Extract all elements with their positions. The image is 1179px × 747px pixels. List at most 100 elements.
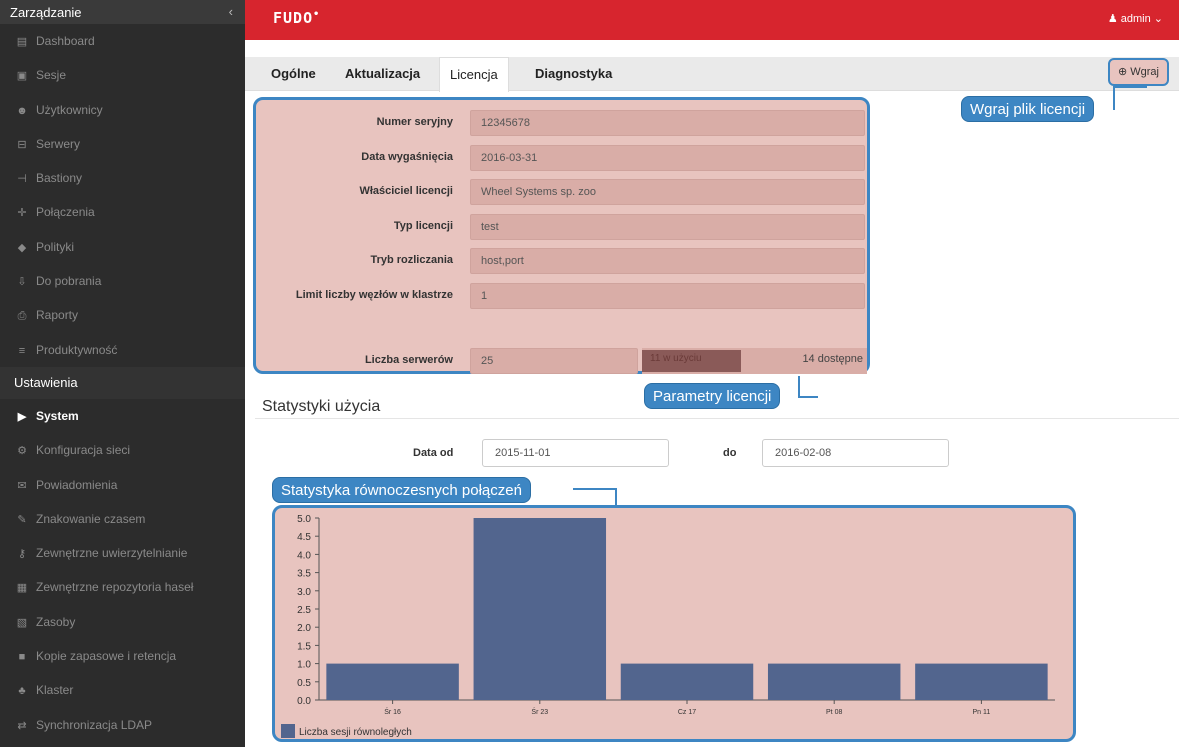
sidebar-item-label: Znakowanie czasem	[36, 511, 146, 526]
sidebar-item[interactable]: ☻ Użytkownicy	[0, 93, 245, 127]
tab-license[interactable]: Licencja	[439, 57, 509, 92]
callout-line	[798, 376, 800, 398]
sidebar-item-label: Synchronizacja LDAP	[36, 717, 153, 732]
y-tick-label: 4.0	[297, 550, 311, 561]
date-from-input[interactable]: 2015-11-01	[482, 439, 669, 467]
license-row-value: Wheel Systems sp. zoo	[470, 179, 865, 205]
sidebar-item[interactable]: ⚙ Konfiguracja sieci	[0, 433, 245, 467]
sidebar-item-icon: ⇩	[17, 276, 27, 289]
sidebar-item[interactable]: ⎙ Raporty	[0, 298, 245, 332]
tab-update[interactable]: Aktualizacja	[335, 57, 430, 91]
logo-text: FUDO	[273, 9, 314, 27]
usage-available: 14 dostępne	[802, 353, 863, 365]
sidebar-item[interactable]: ▶ System	[0, 399, 245, 433]
tab-diagnostics[interactable]: Diagnostyka	[525, 57, 622, 91]
user-name: admin	[1120, 13, 1151, 25]
sidebar-item-icon: ▧	[16, 616, 28, 629]
license-row-value: 12345678	[470, 110, 865, 136]
license-row: Numer seryjny 12345678	[256, 110, 867, 138]
sidebar-item-label: Użytkownicy	[36, 102, 103, 117]
sidebar-item[interactable]: ✎ Znakowanie czasem	[0, 502, 245, 536]
logo-mark: •	[313, 9, 321, 20]
x-tick-label: Śr 23	[531, 707, 548, 716]
sidebar-item-label: Sesje	[36, 68, 67, 83]
x-tick-label: Śr 16	[384, 707, 401, 716]
logo[interactable]: FUDO•	[273, 9, 320, 27]
sidebar-item-label: Konfiguracja sieci	[36, 443, 131, 458]
chevron-down-icon: ⌄	[1153, 13, 1163, 25]
sidebar-item-icon: ▦	[16, 582, 28, 595]
sidebar-item[interactable]: ✉ Powiadomienia	[0, 468, 245, 502]
y-tick-label: 3.0	[297, 587, 311, 598]
chart-panel: 5.0 4.5 4.0 3.5 3.0 2.5 2.0 1.5 1.0 0.5 0.0 Śr 16 Śr…	[272, 505, 1076, 742]
sidebar-item-icon: ▤	[16, 36, 28, 48]
x-tick-label: Cz 17	[678, 709, 696, 716]
sidebar-item[interactable]: ◆ Polityki	[0, 230, 245, 264]
license-row: Typ licencji test	[256, 213, 867, 242]
sidebar-item-icon: ▣	[16, 70, 28, 83]
sidebar-item-label: Dashboard	[36, 34, 95, 48]
license-row-value: host,port	[470, 248, 865, 274]
callout-upload: Wgraj plik licencji	[961, 96, 1095, 122]
license-row-label: Tryb rozliczania	[370, 254, 453, 266]
license-row: Data wygaśnięcia 2016-03-31	[256, 144, 867, 173]
upload-button[interactable]: ⊕ Wgraj	[1108, 58, 1169, 86]
date-to-label: do	[723, 447, 737, 459]
sidebar-item-icon: ⇄	[17, 719, 27, 732]
tab-general[interactable]: Ogólne	[261, 57, 326, 91]
bar[interactable]	[915, 663, 1048, 700]
top-bar: FUDO• ♟ admin ⌄	[245, 0, 1179, 40]
y-tick-label: 1.0	[297, 660, 311, 671]
bar[interactable]	[473, 518, 607, 700]
usage-used: 11 w użyciu	[650, 353, 702, 364]
bar[interactable]	[767, 663, 901, 700]
servers-row: Liczba serwerów 25 11 w użyciu 14 dostęp…	[256, 348, 867, 376]
user-menu[interactable]: ♟ admin ⌄	[1108, 12, 1163, 25]
sidebar-item-label: Produktywność	[36, 342, 118, 357]
callout-line	[573, 488, 617, 490]
sidebar-item[interactable]: ≡ Produktywność	[0, 333, 245, 367]
y-tick-label: 5.0	[297, 514, 311, 525]
bar[interactable]	[620, 663, 754, 700]
callout-line	[615, 488, 617, 505]
sidebar-item[interactable]: ▣ Sesje	[0, 58, 245, 92]
sidebar-item[interactable]: ⊣ Bastiony	[0, 161, 245, 195]
license-row-label: Numer seryjny	[376, 116, 453, 128]
y-tick-label: 4.5	[297, 532, 311, 543]
y-tick-label: 1.5	[297, 641, 311, 652]
sidebar-item-icon: ✉	[17, 479, 27, 492]
sidebar-item-label: Raporty	[36, 308, 79, 323]
sidebar-item-icon: ⚷	[17, 548, 27, 561]
collapse-icon[interactable]: ‹	[229, 4, 233, 19]
sidebar-item-label: Połączenia	[36, 205, 95, 220]
bar[interactable]	[326, 663, 459, 700]
sidebar-item-label: System	[36, 408, 79, 423]
date-to-input[interactable]: 2016-02-08	[762, 439, 949, 467]
sidebar-item-icon: ⎙	[17, 310, 27, 323]
sidebar-item-label: Zasoby	[36, 614, 76, 629]
sidebar-item[interactable]: ⚷ Zewnętrzne uwierzytelnianie	[0, 536, 245, 570]
license-row-value: test	[470, 213, 865, 240]
license-row: Limit liczby węzłów w klastrze 1	[256, 282, 867, 311]
x-tick-label: Pt 08	[826, 709, 842, 716]
sidebar-item[interactable]: ⇩ Do pobrania	[0, 264, 245, 298]
sidebar-item[interactable]: ✛ Połączenia	[0, 195, 245, 229]
license-panel: Numer seryjny 12345678 Data wygaśnięcia 201…	[253, 97, 870, 374]
sidebar-item[interactable]: ▧ Zasoby	[0, 605, 245, 639]
sidebar-item-icon: ☻	[16, 104, 28, 117]
sidebar-item[interactable]: ♣ Klaster	[0, 673, 245, 707]
sidebar-item[interactable]: ▤ Dashboard	[0, 24, 245, 58]
license-row-label: Typ licencji	[393, 219, 453, 232]
servers-value: 25	[470, 348, 638, 374]
sidebar-section-settings: Ustawienia	[0, 366, 245, 399]
x-tick-label: Pn 11	[973, 709, 991, 716]
y-tick-label: 0.5	[297, 678, 311, 689]
sidebar-item-icon: ✎	[17, 513, 27, 526]
sidebar-item[interactable]: ▦ Zewnętrzne repozytoria haseł	[0, 570, 245, 604]
callout-chart: Statystyka równoczesnych połączeń	[272, 477, 531, 503]
sidebar-item[interactable]: ■ Kopie zapasowe i retencja	[0, 639, 245, 673]
sidebar-item-label: Powiadomienia	[36, 477, 118, 492]
sidebar-item[interactable]: ⇄ Synchronizacja LDAP	[0, 708, 245, 742]
sidebar-item[interactable]: ⊟ Serwery	[0, 127, 245, 161]
sidebar-item-label: Serwery	[36, 136, 81, 151]
